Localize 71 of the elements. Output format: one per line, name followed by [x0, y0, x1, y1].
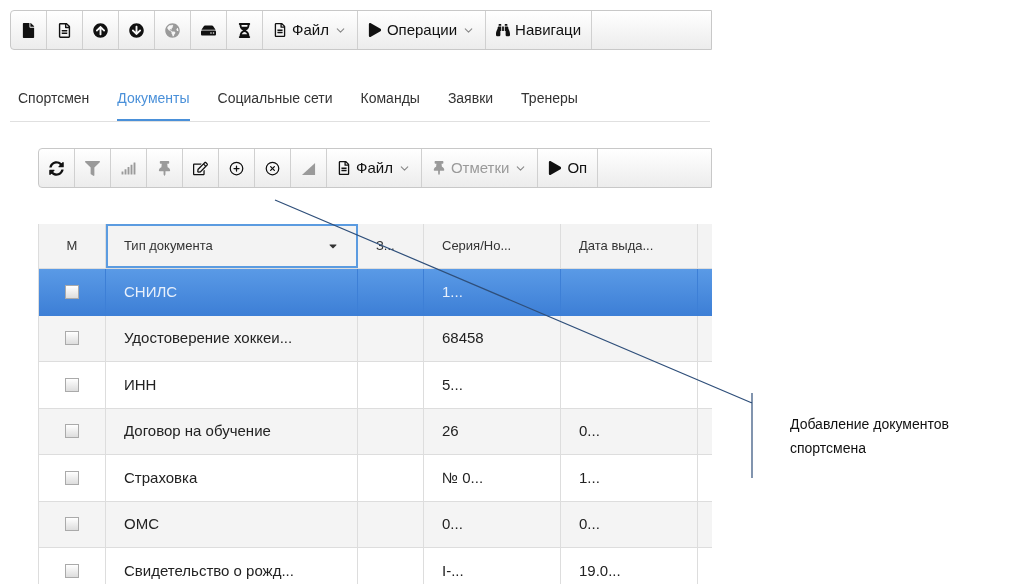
- tab[interactable]: Заявки: [447, 84, 494, 121]
- table-cell-text: 19.0...: [579, 560, 621, 581]
- table-cell-text: ИНН: [124, 374, 157, 395]
- binoculars-icon: [496, 23, 511, 37]
- row-checkbox[interactable]: [65, 331, 79, 346]
- menu-button[interactable]: Операции: [357, 11, 487, 49]
- triangle-icon: [301, 160, 316, 176]
- table-cell-text: № 0...: [442, 467, 484, 488]
- table-row[interactable]: Удостоверение хоккеи... 68458: [39, 315, 712, 362]
- table-row[interactable]: ИНН 5...: [39, 362, 712, 409]
- table-cell-text: 68458: [442, 328, 484, 348]
- table-cell-text: 1...: [442, 281, 463, 302]
- table-cell-text: 26: [442, 421, 459, 441]
- bar-chart-icon: [121, 160, 136, 176]
- tab[interactable]: Социальные сети: [217, 84, 333, 121]
- table-cell-text: Свидетельство о рожд...: [124, 560, 294, 581]
- table-row[interactable]: Договор на обучение 26 0...: [39, 408, 712, 455]
- table-cell-text: Договор на обучение: [124, 421, 271, 441]
- menu-label: Отметки: [450, 157, 510, 178]
- column-header[interactable]: Тип документа: [106, 224, 358, 268]
- row-checkbox[interactable]: [65, 424, 79, 439]
- row-checkbox[interactable]: [65, 517, 79, 532]
- callout-text: Добавление документов спортсмена: [790, 415, 950, 458]
- document-icon: [273, 23, 287, 37]
- pin-icon: [431, 161, 446, 175]
- menu-label: Оп: [567, 157, 588, 178]
- tab[interactable]: Тренеры: [521, 84, 578, 121]
- tab[interactable]: Команды: [360, 84, 420, 121]
- menu-button[interactable]: Файл: [263, 11, 358, 49]
- menu-button[interactable]: Навигаци: [486, 11, 593, 49]
- refresh-icon: [49, 160, 64, 176]
- add-icon: [229, 160, 244, 176]
- upload-icon: [93, 22, 108, 38]
- play-icon: [548, 161, 563, 175]
- globe-icon: [165, 22, 180, 38]
- menu-button[interactable]: Оп: [538, 149, 599, 187]
- menu-label: Файл: [356, 157, 393, 178]
- menu-label: Навигаци: [515, 19, 582, 40]
- document-icon: [337, 161, 351, 175]
- table-cell-text: Страховка: [124, 467, 198, 488]
- filter-icon: [85, 160, 100, 176]
- table-cell-text: 0...: [579, 514, 600, 534]
- row-checkbox[interactable]: [65, 563, 79, 578]
- table-cell-text: ОМС: [124, 514, 159, 534]
- row-checkbox[interactable]: [65, 377, 79, 392]
- play-icon: [367, 23, 382, 37]
- tab[interactable]: Спортсмен: [18, 84, 90, 121]
- table-cell-text: Удостоверение хоккеи...: [124, 328, 293, 348]
- edit-icon: [193, 160, 208, 176]
- row-checkbox[interactable]: [65, 470, 79, 485]
- menu-label: Операции: [386, 19, 458, 40]
- download-icon: [129, 22, 144, 38]
- table-cell-text: 0...: [442, 514, 463, 534]
- pin-icon: [157, 160, 172, 176]
- document-icon: [57, 22, 72, 38]
- menu-button[interactable]: Файл: [327, 149, 422, 187]
- column-header[interactable]: М: [39, 224, 106, 268]
- table-cell-text: СНИЛС: [124, 281, 178, 302]
- column-header[interactable]: Серия/Но...: [424, 224, 561, 268]
- table-row[interactable]: ОМС 0... 0...: [39, 501, 712, 548]
- table-row[interactable]: Страховка № 0... 1...: [39, 455, 712, 502]
- table-cell-text: 0...: [579, 421, 600, 441]
- menu-label: Файл: [292, 19, 329, 40]
- hourglass-icon: [237, 22, 252, 38]
- row-checkbox[interactable]: [65, 284, 79, 299]
- file-icon: [21, 22, 36, 38]
- table-cell-text: 5...: [442, 374, 463, 395]
- remove-icon: [265, 160, 280, 176]
- table-cell-text: 1...: [579, 467, 600, 488]
- table-cell-text: I-...: [442, 560, 464, 581]
- column-header[interactable]: Дата выда...: [561, 224, 698, 268]
